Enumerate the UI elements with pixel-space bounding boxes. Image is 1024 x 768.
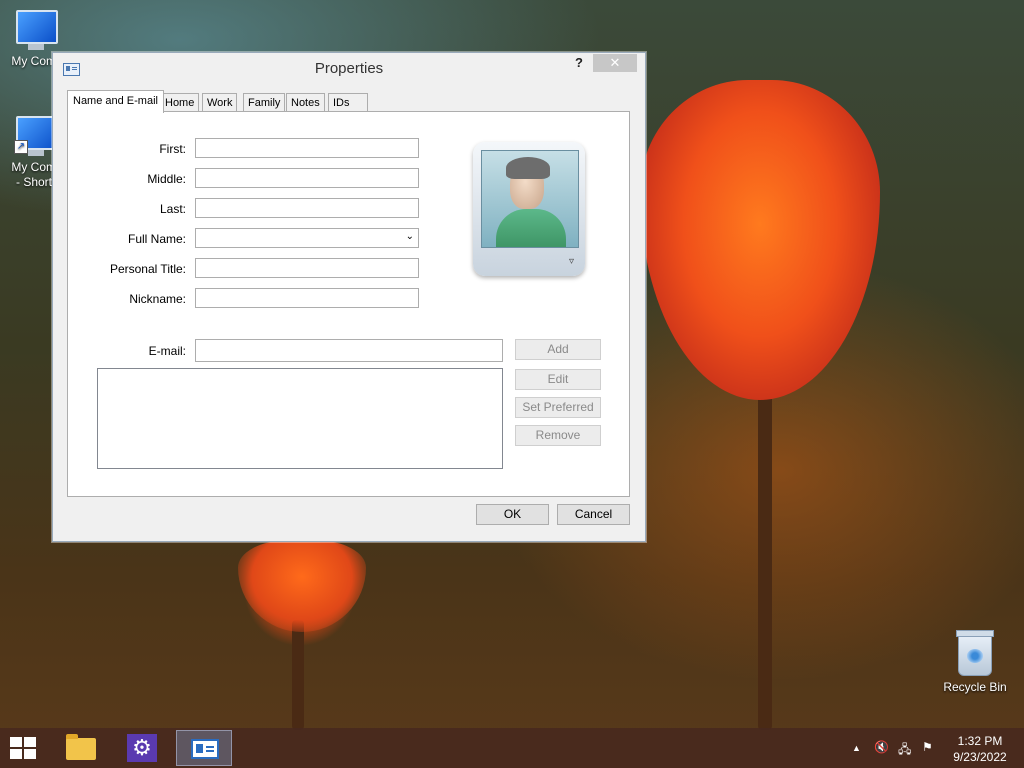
shortcut-arrow-icon: ↗ — [14, 140, 28, 154]
personal-title-label: Personal Title: — [109, 262, 186, 276]
flower-stem — [758, 390, 772, 730]
computer-icon — [16, 10, 58, 50]
email-field[interactable] — [195, 339, 503, 362]
show-hidden-icons-button[interactable]: ▲ — [852, 743, 861, 753]
edit-email-button[interactable]: Edit — [515, 369, 601, 390]
tulip-small — [238, 540, 366, 632]
full-name-label: Full Name: — [127, 232, 186, 246]
contact-avatar-icon — [481, 150, 579, 248]
first-label: First: — [159, 142, 186, 156]
tab-home[interactable]: Home — [160, 93, 200, 112]
tab-panel: First: Middle: Last: Full Name: ⌄ Person… — [67, 111, 630, 497]
nickname-label: Nickname: — [129, 292, 186, 306]
tulip-large — [640, 80, 880, 400]
first-name-field[interactable] — [195, 138, 419, 158]
personal-title-field[interactable] — [195, 258, 419, 278]
add-email-button[interactable]: Add — [515, 339, 601, 360]
close-button[interactable]: ✕ — [593, 54, 637, 72]
help-button[interactable]: ? — [571, 55, 587, 73]
recycle-bin-icon — [956, 630, 994, 676]
tab-ids[interactable]: IDs — [328, 93, 368, 112]
middle-label: Middle: — [147, 172, 186, 186]
start-button[interactable] — [10, 737, 36, 759]
windows-logo-pane — [24, 749, 36, 759]
clock-time: 1:32 PM — [957, 734, 1003, 748]
network-icon[interactable]: 🖧 — [898, 740, 911, 761]
last-name-field[interactable] — [195, 198, 419, 218]
desktop-icon-label: Recycle Bin — [943, 680, 1007, 694]
tab-notes[interactable]: Notes — [286, 93, 325, 112]
contact-picture[interactable]: ▿ — [473, 142, 585, 276]
set-preferred-button[interactable]: Set Preferred — [515, 397, 601, 418]
gear-icon: ⚙ — [127, 734, 157, 762]
windows-logo-pane — [10, 749, 22, 759]
properties-dialog: Properties ? ✕ Name and E-mail Home Work… — [52, 52, 646, 542]
title-bar[interactable]: Properties ? ✕ — [53, 53, 645, 83]
contact-card-icon — [191, 739, 219, 759]
last-label: Last: — [159, 202, 186, 216]
taskbar-file-explorer[interactable] — [52, 730, 108, 766]
avatar-body — [496, 209, 566, 247]
taskbar: ⚙ ▲ 🔇 🖧 ⚑ 1:32 PM 9/23/2022 — [0, 728, 1024, 768]
flower-stem-small — [292, 620, 304, 730]
full-name-combo[interactable]: ⌄ — [195, 228, 419, 248]
action-center-flag-icon[interactable]: ⚑ — [922, 740, 933, 754]
avatar-hair — [506, 157, 550, 179]
tab-work[interactable]: Work — [202, 93, 238, 112]
windows-logo-pane — [24, 737, 36, 747]
email-list[interactable] — [97, 368, 503, 469]
windows-logo-icon — [10, 737, 22, 747]
email-label: E-mail: — [148, 344, 186, 358]
taskbar-control-panel[interactable]: ⚙ — [114, 730, 170, 766]
dialog-title: Properties — [314, 60, 384, 77]
picture-dropdown-icon[interactable]: ▿ — [569, 256, 574, 267]
cancel-button[interactable]: Cancel — [557, 504, 630, 525]
volume-muted-icon[interactable]: 🔇 — [874, 740, 889, 754]
tab-family[interactable]: Family — [243, 93, 286, 112]
ok-button[interactable]: OK — [476, 504, 549, 525]
clock[interactable]: 1:32 PM 9/23/2022 — [940, 733, 1020, 765]
middle-name-field[interactable] — [195, 168, 419, 188]
chevron-down-icon: ⌄ — [405, 231, 414, 242]
clock-date: 9/23/2022 — [953, 750, 1007, 764]
taskbar-contacts-app[interactable] — [176, 730, 232, 766]
remove-email-button[interactable]: Remove — [515, 425, 601, 446]
desktop-icon-recycle-bin[interactable]: Recycle Bin — [940, 630, 1010, 695]
folder-icon — [66, 734, 96, 760]
tab-name-and-email[interactable]: Name and E-mail — [67, 90, 164, 113]
nickname-field[interactable] — [195, 288, 419, 308]
